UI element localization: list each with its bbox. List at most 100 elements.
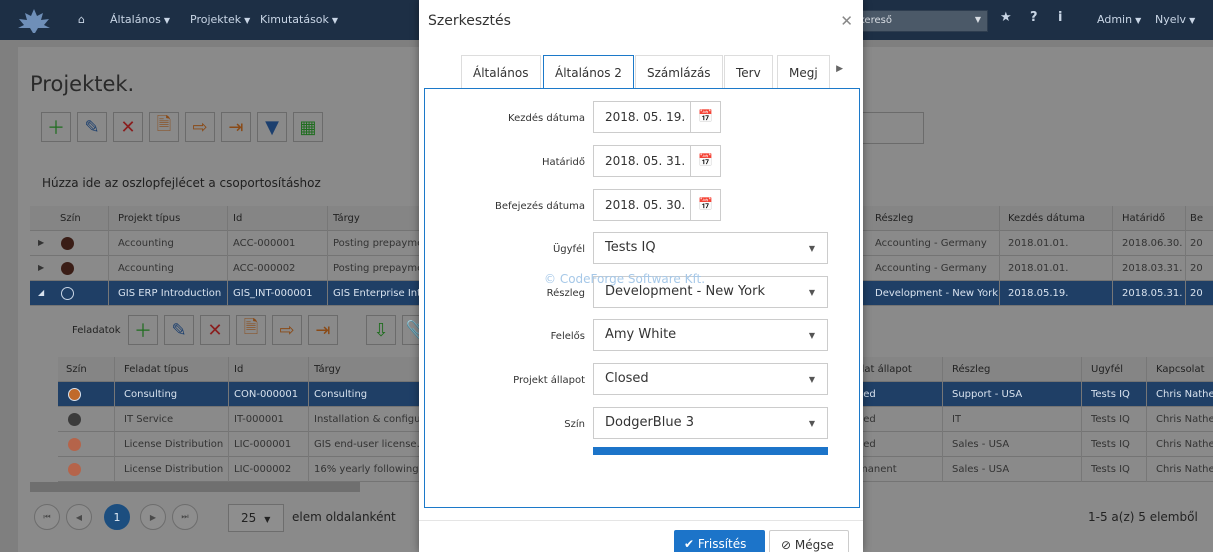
task-edit-button[interactable]: ✎ [164, 315, 194, 345]
calendar-icon[interactable]: 📅 [690, 190, 720, 220]
color-select[interactable]: DodgerBlue 3 ▼ [593, 407, 828, 439]
edit-modal: Szerkesztés ✕ Általános Általános 2 Szám… [419, 0, 863, 552]
maple-leaf-logo-icon[interactable] [16, 8, 52, 34]
chevron-right-icon[interactable]: ▶ [38, 238, 44, 247]
cancel-button[interactable]: ⊘ Mégse [769, 530, 849, 552]
horizontal-scrollbar[interactable] [30, 482, 360, 492]
chevron-down-icon: ▼ [974, 15, 981, 24]
document-x-icon: 🗎 [243, 317, 259, 338]
col-header-id[interactable]: Id [233, 213, 242, 224]
client-label: Ügyfél [552, 244, 585, 255]
close-icon[interactable]: ✕ [840, 12, 853, 30]
prev-page-button[interactable]: ◀ [66, 504, 92, 530]
col-header-project-type[interactable]: Projekt típus [118, 213, 180, 224]
client-select[interactable]: Tests IQ ▼ [593, 232, 828, 264]
next-page-button[interactable]: ▶ [140, 504, 166, 530]
task-col-contact[interactable]: Kapcsolat [1156, 364, 1205, 375]
chevron-down-icon: ▼ [808, 331, 815, 340]
menu-language[interactable]: Nyelv ▼ [1155, 13, 1195, 26]
cell-subject: GIS Enterprise Intr [333, 288, 426, 299]
cell-project-type: GIS ERP Introduction [118, 288, 222, 299]
col-header-start-date[interactable]: Kezdés dátuma [1008, 213, 1085, 224]
owner-label: Felelős [550, 331, 585, 342]
calendar-icon[interactable]: 📅 [690, 102, 720, 132]
close-icon: ✕ [207, 319, 223, 341]
cell-finish: 20 [1190, 263, 1203, 274]
delete-button[interactable]: ✕ [113, 112, 143, 142]
col-header-subject[interactable]: Tárgy [333, 213, 360, 224]
tab-billing[interactable]: Számlázás [635, 55, 723, 89]
cell-finish: 20 [1190, 288, 1203, 299]
task-col-state[interactable]: dat állapot [858, 364, 912, 375]
cell-task-type: IT Service [124, 414, 174, 425]
import-button[interactable]: ⇨ [185, 112, 215, 142]
cell-deadline: 2018.03.31. [1122, 263, 1183, 274]
project-toolbar: ＋ ✎ ✕ 🗎 ⇨ ⇥ ▼ ▦ [41, 112, 323, 144]
task-delete-button[interactable]: ✕ [200, 315, 230, 345]
cell-task-client: Tests IQ [1091, 414, 1130, 425]
edit-button[interactable]: ✎ [77, 112, 107, 142]
current-page-button[interactable]: 1 [104, 504, 130, 530]
menu-reports[interactable]: Kimutatások ▼ [260, 13, 338, 26]
cell-department: Accounting - Germany [875, 238, 987, 249]
task-clear-button[interactable]: 🗎 [236, 315, 266, 345]
cancel-icon: ⊘ [781, 538, 792, 552]
tab-plan[interactable]: Terv [724, 55, 773, 89]
col-header-finish[interactable]: Be [1190, 213, 1203, 224]
menu-general[interactable]: Általános ▼ [110, 13, 170, 26]
clear-button[interactable]: 🗎 [149, 112, 179, 142]
col-header-department[interactable]: Részleg [875, 213, 913, 224]
task-col-department[interactable]: Részleg [952, 364, 990, 375]
star-icon[interactable]: ★ [1000, 10, 1012, 25]
last-page-button[interactable]: ⏭ [172, 504, 198, 530]
info-icon[interactable]: i [1058, 10, 1062, 25]
page-size-select[interactable]: 25 ▼ [228, 504, 284, 532]
task-col-color[interactable]: Szín [66, 364, 87, 375]
menu-projects[interactable]: Projektek ▼ [190, 13, 250, 26]
tab-general[interactable]: Általános [461, 55, 541, 89]
deadline-input[interactable]: 2018. 05. 31. 📅 [593, 145, 721, 177]
color-label: Szín [564, 419, 585, 430]
tab-notes[interactable]: Megj [777, 55, 830, 89]
owner-select[interactable]: Amy White ▼ [593, 319, 828, 351]
chevron-down-icon[interactable]: ◢ [38, 288, 44, 297]
search-select[interactable]: kereső ▼ [852, 10, 988, 32]
clear-filter-button[interactable]: ▼ [257, 112, 287, 142]
cell-project-type: Accounting [118, 263, 174, 274]
cell-finish: 20 [1190, 238, 1203, 249]
save-button[interactable]: ✔ Frissítés [674, 530, 765, 552]
project-state-select[interactable]: Closed ▼ [593, 363, 828, 395]
cell-task-client: Tests IQ [1091, 464, 1130, 475]
add-button[interactable]: ＋ [41, 112, 71, 142]
home-icon[interactable]: ⌂ [78, 13, 85, 26]
task-add-button[interactable]: ＋ [128, 315, 158, 345]
department-value: Development - New York [605, 284, 765, 299]
col-header-color[interactable]: Szín [60, 213, 81, 224]
task-export-button[interactable]: ⇥ [308, 315, 338, 345]
menu-admin[interactable]: Admin ▼ [1097, 13, 1141, 26]
tab-general-2[interactable]: Általános 2 [543, 55, 634, 89]
task-import-button[interactable]: ⇨ [272, 315, 302, 345]
project-state-label: Projekt állapot [513, 375, 585, 386]
col-header-deadline[interactable]: Határidő [1122, 213, 1165, 224]
finish-date-input[interactable]: 2018. 05. 30. 📅 [593, 189, 721, 221]
cell-department: Development - New York [875, 288, 999, 299]
task-col-id[interactable]: Id [234, 364, 243, 375]
tab-scroll-right-icon[interactable]: ▶ [836, 64, 843, 74]
start-date-input[interactable]: 2018. 05. 19. 📅 [593, 101, 721, 133]
color-swatch-bar [593, 447, 828, 455]
help-icon[interactable]: ? [1030, 10, 1038, 25]
modal-title: Szerkesztés [428, 13, 511, 29]
per-page-label: elem oldalanként [292, 510, 396, 524]
first-page-button[interactable]: ⏮ [34, 504, 60, 530]
chevron-right-icon[interactable]: ▶ [38, 263, 44, 272]
task-col-subject[interactable]: Tárgy [314, 364, 341, 375]
deadline-value: 2018. 05. 31. [605, 154, 686, 168]
task-col-client[interactable]: Ügyfél [1091, 364, 1123, 375]
task-download-button[interactable]: ⇩ [366, 315, 396, 345]
export-button[interactable]: ⇥ [221, 112, 251, 142]
task-col-type[interactable]: Feladat típus [124, 364, 188, 375]
excel-export-button[interactable]: ▦ [293, 112, 323, 142]
calendar-icon[interactable]: 📅 [690, 146, 720, 176]
chevron-down-icon: ▼ [808, 375, 815, 384]
